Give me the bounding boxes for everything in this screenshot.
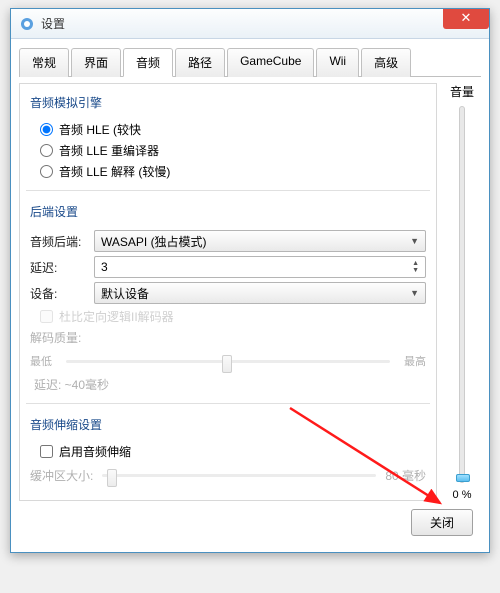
slider-low-label: 最低 xyxy=(30,353,60,369)
radio-lle-interpreter[interactable]: 音频 LLE 解释 (较慢) xyxy=(40,163,426,180)
radio-lle-recompiler-label: 音频 LLE 重编译器 xyxy=(59,142,159,159)
close-button[interactable]: 关闭 xyxy=(411,509,473,536)
tab-interface[interactable]: 界面 xyxy=(71,48,121,77)
latency-value: 3 xyxy=(101,260,108,274)
enable-stretch-checkbox[interactable] xyxy=(40,445,53,458)
volume-label: 音量 xyxy=(450,83,474,100)
radio-lle-interpreter-input[interactable] xyxy=(40,165,53,178)
tab-paths[interactable]: 路径 xyxy=(175,48,225,77)
latency-label: 延迟: xyxy=(30,259,86,276)
stretch-section-title: 音频伸缩设置 xyxy=(30,414,426,439)
tab-gamecube[interactable]: GameCube xyxy=(227,48,314,77)
enable-stretch-row[interactable]: 启用音频伸缩 xyxy=(40,443,426,460)
backend-label: 音频后端: xyxy=(30,233,86,250)
radio-lle-recompiler-input[interactable] xyxy=(40,144,53,157)
settings-window: 设置 ✕ 常规 界面 音频 路径 GameCube Wii 高级 音频模拟引擎 … xyxy=(10,8,490,553)
dolby-checkbox-row: 杜比定向逻辑II解码器 xyxy=(40,308,426,325)
device-value: 默认设备 xyxy=(101,285,149,302)
latency-spinner[interactable]: 3 ▲▼ xyxy=(94,256,426,278)
tab-audio[interactable]: 音频 xyxy=(123,48,173,77)
audio-settings-panel: 音频模拟引擎 音频 HLE (较快 音频 LLE 重编译器 音频 LLE 解释 … xyxy=(19,83,437,501)
spinner-arrows-icon[interactable]: ▲▼ xyxy=(412,260,419,274)
chevron-down-icon: ▼ xyxy=(410,288,419,298)
radio-lle-recompiler[interactable]: 音频 LLE 重编译器 xyxy=(40,142,426,159)
slider-high-label: 最高 xyxy=(396,353,426,369)
radio-hle-input[interactable] xyxy=(40,123,53,136)
titlebar: 设置 ✕ xyxy=(11,9,489,39)
volume-thumb[interactable] xyxy=(456,474,470,482)
app-icon xyxy=(19,16,35,32)
tab-wii[interactable]: Wii xyxy=(316,48,359,77)
tab-general[interactable]: 常规 xyxy=(19,48,69,77)
volume-panel: 音量 0 % xyxy=(443,83,481,501)
backend-value: WASAPI (独占模式) xyxy=(101,233,207,250)
engine-section-title: 音频模拟引擎 xyxy=(30,92,426,117)
volume-slider[interactable] xyxy=(459,106,465,483)
latency-estimate: 延迟: ~40毫秒 xyxy=(34,376,426,393)
radio-hle-label: 音频 HLE (较快 xyxy=(59,121,141,138)
buffer-value: 80 毫秒 xyxy=(382,467,426,484)
radio-lle-interpreter-label: 音频 LLE 解释 (较慢) xyxy=(59,163,170,180)
dolby-label: 杜比定向逻辑II解码器 xyxy=(59,308,174,325)
tab-advanced[interactable]: 高级 xyxy=(361,48,411,77)
radio-hle[interactable]: 音频 HLE (较快 xyxy=(40,121,426,138)
enable-stretch-label: 启用音频伸缩 xyxy=(59,443,131,460)
buffer-label: 缓冲区大小: xyxy=(30,467,96,484)
dolby-checkbox xyxy=(40,310,53,323)
volume-percent: 0 % xyxy=(453,489,472,501)
backend-section-title: 后端设置 xyxy=(30,201,426,226)
device-label: 设备: xyxy=(30,285,86,302)
buffer-slider xyxy=(102,466,376,484)
window-title: 设置 xyxy=(41,15,65,32)
quality-label: 解码质量: xyxy=(30,329,81,346)
close-window-button[interactable]: ✕ xyxy=(443,9,489,29)
chevron-down-icon: ▼ xyxy=(410,236,419,246)
device-select[interactable]: 默认设备 ▼ xyxy=(94,282,426,304)
quality-slider xyxy=(66,352,390,370)
tab-bar: 常规 界面 音频 路径 GameCube Wii 高级 xyxy=(19,47,481,77)
backend-select[interactable]: WASAPI (独占模式) ▼ xyxy=(94,230,426,252)
